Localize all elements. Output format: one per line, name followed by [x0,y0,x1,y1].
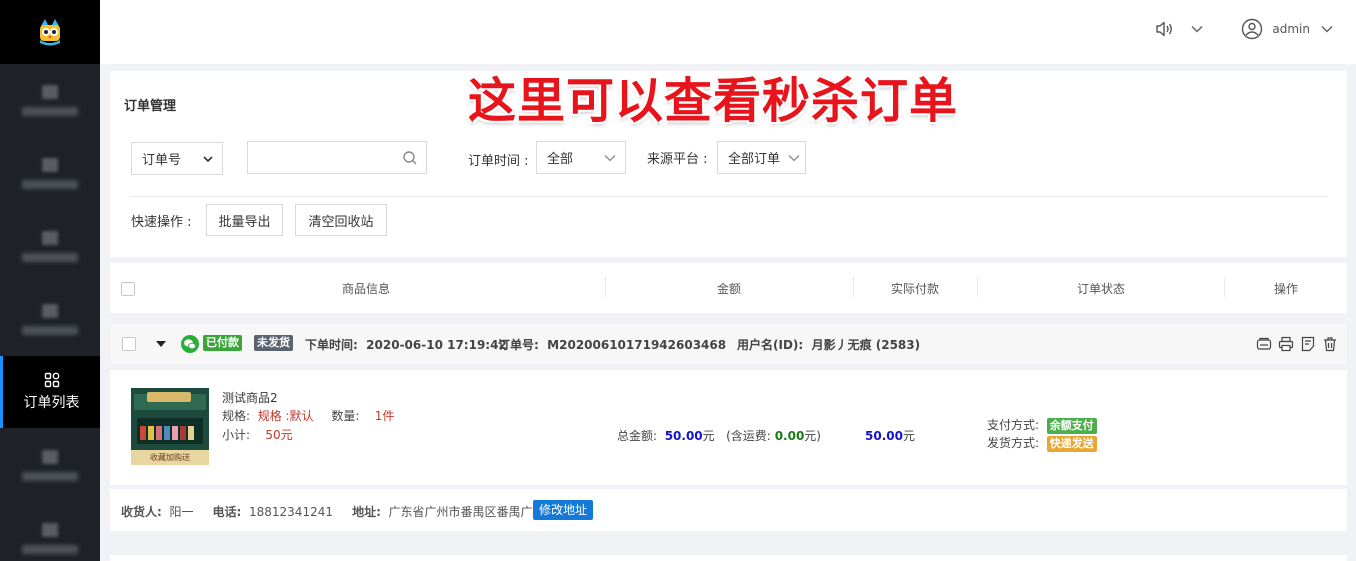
sidebar-item-4[interactable] [0,283,100,355]
col-product-info: 商品信息 [342,282,391,296]
sidebar-item-3[interactable] [0,210,100,282]
sound-menu[interactable] [1154,19,1204,39]
clear-recycle-button[interactable]: 清空回收站 [295,204,387,236]
actual-paid: 50.00元 [865,429,915,443]
edit-address-button[interactable]: 修改地址 [533,500,594,520]
search-input[interactable] [247,141,427,174]
print-icon[interactable] [1278,336,1294,352]
top-header: admin [100,0,1356,64]
col-operation: 操作 [1274,282,1299,296]
select-all-checkbox[interactable] [121,282,135,296]
chevron-down-icon [1191,25,1203,33]
note-icon[interactable] [1300,336,1316,352]
sidebar: 订单列表 [0,0,100,561]
sidebar-item-1[interactable] [0,64,100,136]
overlay-caption: 这里可以查看秒杀订单 [468,73,959,129]
chevron-down-icon [788,155,800,162]
speaker-icon [1156,21,1172,37]
product-subtotal: 小计: 50元 [222,428,293,442]
order-total: 总金额: 50.00元 (含运费: 0.00元) [617,429,821,443]
caret-down-icon[interactable] [155,339,167,349]
owl-logo-icon [40,19,60,46]
col-actual-paid: 实际付款 [891,282,940,296]
order-row-body: 收藏加购送 测试商品2 规格: 规格 :默认 数量: 1件 小计: 50元 总金… [110,370,1347,485]
order-user: 用户名(ID): 月影丿无痕 (2583) [737,338,921,352]
search-type-select[interactable]: 订单号 [131,142,223,175]
pay-method: 支付方式: 余额支付 [987,416,1097,434]
address-row: 收货人: 阳一 电话: 18812341241 地址: 广东省广州市番禺区番禺广… [110,489,1347,531]
app-logo[interactable] [0,0,100,64]
image-caption: 收藏加购送 [131,450,209,465]
user-menu[interactable]: admin [1241,18,1334,40]
col-amount: 金额 [717,282,742,296]
order-time-select[interactable]: 全部 [536,141,626,174]
page-title: 订单管理 [124,99,177,114]
quick-action-label: 快速操作 : [131,215,192,230]
username: admin [1272,22,1310,36]
sidebar-item-6[interactable] [0,429,100,501]
product-name[interactable]: 测试商品2 [222,389,278,406]
batch-export-button[interactable]: 批量导出 [206,204,283,236]
paid-badge: 已付款 [203,335,242,351]
divider [130,196,1328,197]
trash-icon[interactable] [1322,336,1338,352]
source-label: 来源平台 : [647,152,708,167]
order-time-value: 全部 [547,152,574,167]
sidebar-item-7[interactable] [0,502,100,561]
order-row-header: 已付款 未发货 下单时间: 2020-06-10 17:19:42 订单号: M… [110,324,1347,364]
wechat-icon [181,335,199,353]
search-type-value: 订单号 [142,153,182,168]
chevron-down-icon [203,156,213,163]
order-checkbox[interactable] [122,337,136,351]
order-time-label: 订单时间 : [468,154,529,169]
search-icon[interactable] [402,150,418,166]
next-order-panel [110,555,1347,561]
source-value: 全部订单 [728,152,781,167]
user-avatar-icon [1242,18,1263,40]
grid-icon [44,372,59,388]
consignee-info: 收货人: 阳一 电话: 18812341241 地址: 广东省广州市番禺区番禺广… [121,505,545,519]
ship-method: 发货方式: 快递发送 [987,434,1097,452]
unshipped-badge: 未发货 [254,335,293,351]
sidebar-item-order-list[interactable]: 订单列表 [0,356,100,428]
source-select[interactable]: 全部订单 [717,141,806,174]
col-order-status: 订单状态 [1077,282,1126,296]
product-spec: 规格: 规格 :默认 数量: 1件 [222,409,395,423]
order-number: 订单号: M20200610171942603468 [498,338,727,352]
order-time: 下单时间: 2020-06-10 17:19:42 [305,338,507,352]
sidebar-item-label: 订单列表 [23,395,80,411]
delivery-icon[interactable] [1256,336,1272,352]
chevron-down-icon [604,155,616,162]
chevron-down-icon [1321,25,1333,33]
sidebar-item-2[interactable] [0,137,100,209]
product-image[interactable]: 收藏加购送 [131,388,209,465]
table-header: 商品信息 金额 实际付款 订单状态 操作 [110,263,1347,313]
